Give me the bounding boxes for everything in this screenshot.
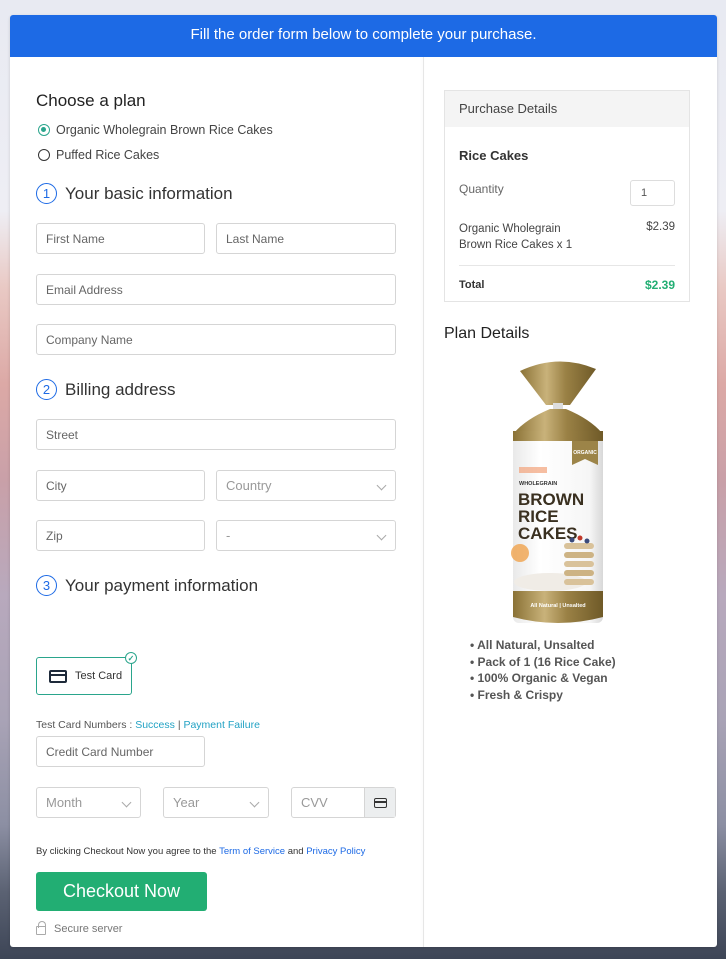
- street-input[interactable]: Street: [36, 419, 396, 450]
- package-title-3: CAKES: [518, 524, 578, 543]
- secure-server-label: Secure server: [54, 922, 123, 935]
- year-select[interactable]: Year: [163, 787, 269, 818]
- basic-info-heading: 1 Your basic information: [36, 183, 233, 204]
- quantity-label: Quantity: [459, 182, 504, 196]
- plan-option-puffed[interactable]: Puffed Rice Cakes: [38, 148, 159, 162]
- radio-icon[interactable]: [38, 149, 50, 161]
- payment-failure-link[interactable]: Payment Failure: [183, 719, 259, 731]
- step-number-icon: 2: [36, 379, 57, 400]
- lock-icon: [36, 921, 46, 935]
- section-title: Your basic information: [65, 183, 233, 203]
- section-title: Billing address: [65, 379, 176, 399]
- package-shoulder: [514, 409, 602, 433]
- order-form-page: Fill the order form below to complete yo…: [10, 15, 717, 947]
- year-select-value: Year: [173, 795, 200, 810]
- header-banner: Fill the order form below to complete yo…: [10, 15, 717, 57]
- divider: [459, 265, 675, 266]
- payment-heading: 3 Your payment information: [36, 575, 258, 596]
- secure-server: Secure server: [36, 921, 123, 935]
- plan-option-brown-rice[interactable]: Organic Wholegrain Brown Rice Cakes: [38, 123, 273, 137]
- organic-badge-text: ORGANIC: [573, 450, 597, 456]
- rice-cake-stack: [564, 543, 594, 549]
- rice-cake-stack: [564, 570, 594, 576]
- zip-input[interactable]: Zip: [36, 520, 205, 551]
- chevron-down-icon: [376, 530, 387, 541]
- plan-details-heading: Plan Details: [444, 325, 530, 342]
- credit-card-number-input[interactable]: Credit Card Number: [36, 736, 205, 767]
- rice-cake-stack: [564, 561, 594, 567]
- success-link[interactable]: Success: [135, 719, 175, 731]
- order-form: Choose a plan Organic Wholegrain Brown R…: [10, 57, 423, 947]
- rice-cake-stack: [564, 552, 594, 558]
- cvv-help-button[interactable]: [364, 788, 395, 817]
- country-select-value: Country: [226, 478, 272, 493]
- separator: |: [177, 719, 181, 731]
- summary-column: Purchase Details Rice Cakes Quantity 1 O…: [424, 57, 717, 947]
- berry: [569, 537, 575, 543]
- package-footer: All Natural | Unsalted: [530, 603, 585, 609]
- credit-card-icon: [373, 797, 387, 808]
- checkout-now-button[interactable]: Checkout Now: [36, 872, 207, 911]
- privacy-policy-link[interactable]: Privacy Policy: [306, 846, 365, 857]
- chevron-down-icon: [121, 797, 132, 808]
- package-band: [513, 431, 603, 441]
- step-number-icon: 3: [36, 575, 57, 596]
- feature-item: All Natural, Unsalted: [470, 637, 616, 654]
- cvv-input[interactable]: CVV: [291, 787, 396, 818]
- berry: [577, 535, 583, 541]
- line-item-name: Organic Wholegrain Brown Rice Cakes x 1: [459, 221, 572, 253]
- company-input[interactable]: Company Name: [36, 324, 396, 355]
- package-tie: [553, 403, 563, 409]
- terms-text: By clicking Checkout Now you agree to th…: [36, 846, 365, 857]
- chevron-down-icon: [249, 797, 260, 808]
- line-item-price: $2.39: [646, 221, 675, 233]
- product-image: ORGANIC WHOLEGRAIN BROWN RICE CAKES All …: [511, 361, 603, 623]
- country-select[interactable]: Country: [216, 470, 396, 501]
- credit-card-icon: [49, 669, 67, 683]
- package-subtitle: WHOLEGRAIN: [519, 481, 557, 487]
- city-input[interactable]: City: [36, 470, 205, 501]
- brand-logo: [519, 467, 547, 473]
- terms-prefix: By clicking Checkout Now you agree to th…: [36, 846, 217, 857]
- total-label: Total: [459, 279, 485, 291]
- check-circle-icon: ✓: [125, 652, 137, 664]
- plan-features-list: All Natural, Unsalted Pack of 1 (16 Rice…: [470, 637, 616, 703]
- last-name-input[interactable]: Last Name: [216, 223, 396, 254]
- berry: [584, 538, 590, 544]
- terms-and: and: [287, 846, 304, 857]
- package-top-wrap: [520, 361, 596, 405]
- test-card-numbers: Test Card Numbers : Success | Payment Fa…: [36, 719, 260, 731]
- rice-cake-stack: [564, 579, 594, 585]
- product-name: Rice Cakes: [459, 148, 529, 163]
- line-item-name-line1: Organic Wholegrain: [459, 223, 561, 235]
- orange-fruit: [511, 544, 529, 562]
- purchase-details-card: Purchase Details Rice Cakes Quantity 1 O…: [444, 90, 690, 302]
- terms-of-service-link[interactable]: Term of Service: [219, 846, 285, 857]
- step-number-icon: 1: [36, 183, 57, 204]
- section-title: Your payment information: [65, 575, 259, 595]
- cvv-placeholder: CVV: [301, 795, 328, 810]
- plan-option-label: Organic Wholegrain Brown Rice Cakes: [56, 123, 273, 137]
- feature-item: 100% Organic & Vegan: [470, 670, 616, 687]
- state-select-value: -: [226, 528, 231, 543]
- choose-plan-heading: Choose a plan: [36, 91, 146, 110]
- total-value: $2.39: [644, 278, 675, 292]
- quantity-input[interactable]: 1: [630, 180, 675, 206]
- state-select[interactable]: -: [216, 520, 396, 551]
- month-select-value: Month: [46, 795, 83, 810]
- first-name-input[interactable]: First Name: [36, 223, 205, 254]
- plan-option-label: Puffed Rice Cakes: [56, 148, 160, 162]
- purchase-details-heading: Purchase Details: [445, 91, 689, 127]
- radio-selected-icon[interactable]: [38, 124, 50, 136]
- chevron-down-icon: [376, 480, 387, 491]
- feature-item: Pack of 1 (16 Rice Cake): [470, 654, 616, 671]
- card-option-label: Test Card: [75, 670, 123, 682]
- feature-item: Fresh & Crispy: [470, 687, 616, 704]
- month-select[interactable]: Month: [36, 787, 141, 818]
- test-card-option[interactable]: Test Card ✓: [36, 652, 137, 695]
- test-card-label: Test Card Numbers :: [36, 719, 133, 731]
- email-input[interactable]: Email Address: [36, 274, 396, 305]
- billing-heading: 2 Billing address: [36, 379, 176, 400]
- line-item-name-line2: Brown Rice Cakes x 1: [459, 239, 573, 251]
